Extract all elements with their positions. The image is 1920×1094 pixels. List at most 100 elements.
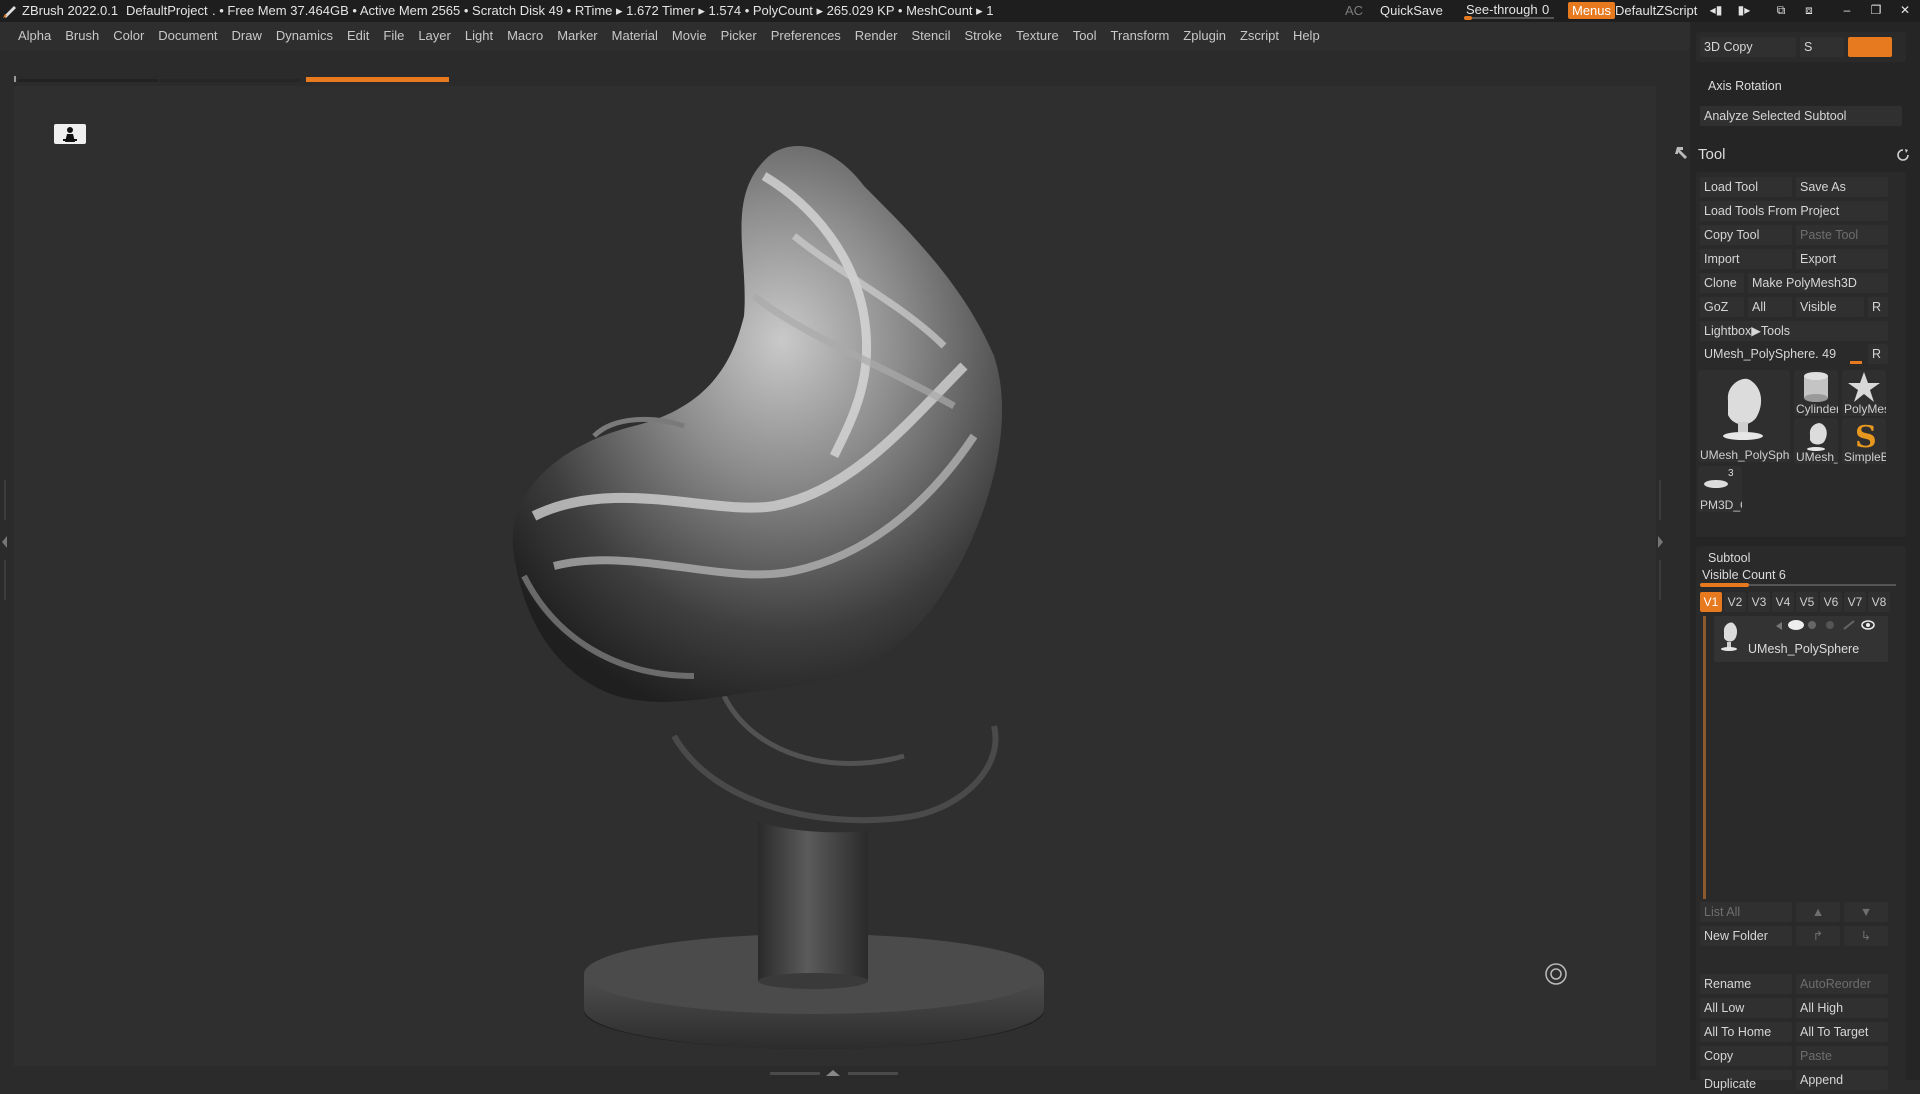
import-button[interactable]: Import <box>1700 249 1792 269</box>
menus-toggle-button[interactable]: Menus <box>1568 2 1616 19</box>
menu-zplugin[interactable]: Zplugin <box>1176 22 1233 50</box>
tool-thumb-umesh[interactable]: UMesh_ <box>1794 418 1838 464</box>
right-tray-handle[interactable] <box>1654 480 1666 620</box>
menu-brush[interactable]: Brush <box>58 22 106 50</box>
refresh-icon[interactable] <box>1896 148 1910 162</box>
menu-preferences[interactable]: Preferences <box>764 22 848 50</box>
menu-texture[interactable]: Texture <box>1009 22 1066 50</box>
slider-handle[interactable] <box>1464 16 1472 20</box>
list-all-button[interactable]: List All <box>1700 902 1792 922</box>
subtool-item[interactable]: UMesh_PolySphere <box>1714 616 1888 662</box>
menu-draw[interactable]: Draw <box>225 22 269 50</box>
layout-prev-icon[interactable]: ◂▮ <box>1707 3 1725 19</box>
menu-marker[interactable]: Marker <box>550 22 604 50</box>
autoreorder-button[interactable]: AutoReorder <box>1796 974 1888 994</box>
move-up-icon[interactable]: ▲ <box>1796 902 1840 922</box>
menu-picker[interactable]: Picker <box>714 22 764 50</box>
arrow-up-right-icon[interactable]: ↱ <box>1796 926 1840 946</box>
restore-icon[interactable]: ❐ <box>1867 3 1885 19</box>
menu-tool[interactable]: Tool <box>1066 22 1104 50</box>
menu-render[interactable]: Render <box>848 22 905 50</box>
analyze-subtool-button[interactable]: Analyze Selected Subtool <box>1700 106 1902 126</box>
menu-macro[interactable]: Macro <box>500 22 550 50</box>
visible-count-slider[interactable]: Visible Count 6 <box>1700 568 1896 587</box>
subtool-scrollbar[interactable] <box>1703 616 1706 899</box>
append-button[interactable]: Append <box>1796 1070 1888 1090</box>
tool-thumb-pm3d[interactable]: 3 PM3D_C <box>1698 466 1742 512</box>
ac-label[interactable]: AC <box>1345 3 1363 18</box>
tool-thumb-umesh-polysphere[interactable]: UMesh_PolySphe <box>1698 370 1790 462</box>
arrow-down-right-icon[interactable]: ↳ <box>1844 926 1888 946</box>
active-document-tab[interactable] <box>306 77 449 82</box>
save-as-button[interactable]: Save As <box>1796 177 1888 197</box>
3d-copy-button[interactable]: 3D Copy <box>1700 37 1796 57</box>
new-folder-button[interactable]: New Folder <box>1700 926 1792 946</box>
menu-alpha[interactable]: Alpha <box>0 22 58 50</box>
ui-swap-icon[interactable]: ⧈ <box>1800 3 1818 19</box>
tab-v4[interactable]: V4 <box>1772 592 1794 612</box>
tool-thumb-simplebrush[interactable]: S SimpleB <box>1842 418 1886 464</box>
bottom-tray-handle[interactable] <box>770 1068 900 1078</box>
load-tool-button[interactable]: Load Tool <box>1700 177 1792 197</box>
layout-next-icon[interactable]: ▮▸ <box>1735 3 1753 19</box>
all-to-target-button[interactable]: All To Target <box>1796 1022 1888 1042</box>
menu-movie[interactable]: Movie <box>665 22 714 50</box>
load-tools-from-project-button[interactable]: Load Tools From Project <box>1700 201 1888 221</box>
clone-button[interactable]: Clone <box>1700 273 1744 293</box>
menu-dynamics[interactable]: Dynamics <box>269 22 340 50</box>
lightbox-tools-button[interactable]: Lightbox▶Tools <box>1700 321 1888 341</box>
duplicate-button[interactable]: Duplicate <box>1700 1070 1792 1091</box>
tool-thumb-polymesh[interactable]: PolyMes <box>1842 370 1886 416</box>
rename-button[interactable]: Rename <box>1700 974 1792 994</box>
tab-v1[interactable]: V1 <box>1700 592 1722 612</box>
tool-thumb-cylinder[interactable]: Cylinder <box>1794 370 1838 416</box>
tab-v5[interactable]: V5 <box>1796 592 1818 612</box>
menu-file[interactable]: File <box>376 22 411 50</box>
3d-viewport[interactable] <box>14 86 1656 1066</box>
left-tray-handle[interactable] <box>0 480 10 620</box>
rotate-gizmo-icon[interactable] <box>1544 962 1568 986</box>
copy-subtool-button[interactable]: Copy <box>1700 1046 1792 1066</box>
menu-edit[interactable]: Edit <box>340 22 376 50</box>
copy-tool-button[interactable]: Copy Tool <box>1700 225 1792 245</box>
move-down-icon[interactable]: ▼ <box>1844 902 1888 922</box>
goz-r-button[interactable]: R <box>1868 297 1888 317</box>
all-to-home-button[interactable]: All To Home <box>1700 1022 1792 1042</box>
slider-fill[interactable] <box>1700 583 1749 587</box>
quicksave-button[interactable]: QuickSave <box>1380 3 1443 18</box>
current-tool-name[interactable]: UMesh_PolySphere. 49 <box>1700 344 1864 364</box>
export-button[interactable]: Export <box>1796 249 1888 269</box>
menu-transform[interactable]: Transform <box>1104 22 1177 50</box>
paste-tool-button[interactable]: Paste Tool <box>1796 225 1888 245</box>
minimize-icon[interactable]: – <box>1838 3 1856 19</box>
see-through-slider[interactable]: See-through 0 <box>1464 2 1554 20</box>
menu-help[interactable]: Help <box>1286 22 1327 50</box>
tool-r-button[interactable]: R <box>1868 344 1888 364</box>
subtool-controls-icon[interactable] <box>1774 618 1888 632</box>
menu-stencil[interactable]: Stencil <box>904 22 957 50</box>
copy-value-field[interactable] <box>1848 37 1892 57</box>
menu-light[interactable]: Light <box>458 22 500 50</box>
tab-v7[interactable]: V7 <box>1844 592 1866 612</box>
goz-all-button[interactable]: All <box>1748 297 1792 317</box>
menu-color[interactable]: Color <box>106 22 151 50</box>
ui-layout-icon[interactable]: ⧉ <box>1772 3 1790 19</box>
floor-toggle-button[interactable] <box>54 124 86 144</box>
all-low-button[interactable]: All Low <box>1700 998 1792 1018</box>
goz-visible-button[interactable]: Visible <box>1796 297 1864 317</box>
menu-layer[interactable]: Layer <box>411 22 458 50</box>
document-tab[interactable] <box>160 79 300 82</box>
make-polymesh3d-button[interactable]: Make PolyMesh3D <box>1748 273 1888 293</box>
menu-zscript[interactable]: Zscript <box>1233 22 1286 50</box>
goz-button[interactable]: GoZ <box>1700 297 1744 317</box>
paste-subtool-button[interactable]: Paste <box>1796 1046 1888 1066</box>
document-tab[interactable] <box>18 79 158 82</box>
tab-v8[interactable]: V8 <box>1868 592 1890 612</box>
tool-slider-handle[interactable] <box>1850 361 1862 364</box>
all-high-button[interactable]: All High <box>1796 998 1888 1018</box>
default-zscript-button[interactable]: DefaultZScript <box>1615 3 1697 18</box>
tab-v6[interactable]: V6 <box>1820 592 1842 612</box>
s-button[interactable]: S <box>1800 37 1844 57</box>
menu-material[interactable]: Material <box>605 22 665 50</box>
tab-v3[interactable]: V3 <box>1748 592 1770 612</box>
